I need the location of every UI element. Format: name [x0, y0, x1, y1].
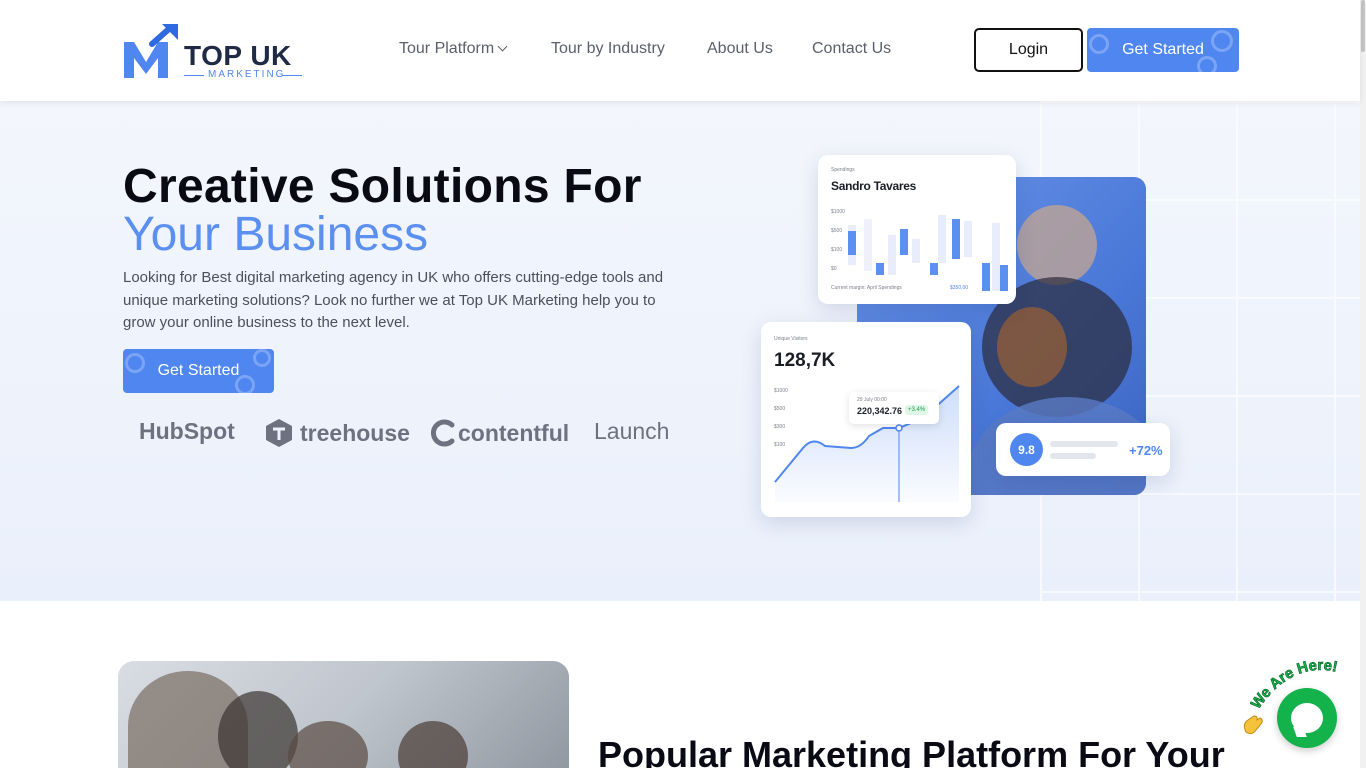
visitors-card: Unique Visitors 128,7K $1000 $500 $300 $…: [761, 322, 971, 517]
score-change: +72%: [1129, 443, 1163, 458]
spendings-y-tick: $100: [831, 247, 843, 253]
score-placeholder-bar: [1050, 441, 1118, 447]
nav-tour-by-industry[interactable]: Tour by Industry: [551, 40, 665, 58]
scrollbar-thumb[interactable]: [1361, 0, 1365, 52]
spendings-card: Spendings Sandro Tavares $1000 $500 $100…: [818, 155, 1016, 304]
header-get-started-button[interactable]: Get Started: [1087, 28, 1239, 72]
partner-name: HubSpot: [139, 418, 235, 444]
visitors-tooltip: 29 July 00:00 220,342.76 +3.4%: [849, 392, 939, 424]
nav-tour-platform-label: Tour Platform: [399, 40, 495, 57]
spendings-footer-label: Current margin: April Spendings: [831, 285, 902, 291]
spendings-y-tick: $0: [831, 266, 837, 272]
partner-logos: HubSpot treehouse contentful Launchl: [139, 418, 669, 450]
page-scrollbar[interactable]: [1360, 0, 1366, 768]
chat-bubble-icon: [1291, 703, 1323, 733]
nav-tour-platform[interactable]: Tour Platform: [399, 40, 508, 58]
visitors-label: Unique Visitors: [774, 336, 808, 342]
hero-title-line2: Your Business: [123, 208, 429, 261]
photo-person: [218, 691, 298, 768]
hero-section: Creative Solutions For Your Business Loo…: [0, 101, 1360, 601]
header-get-started-label: Get Started: [1122, 41, 1204, 58]
logo-mark-icon: [124, 24, 178, 78]
hero-title-line1: Creative Solutions For: [123, 160, 642, 213]
hero-get-started-label: Get Started: [157, 362, 240, 379]
button-decoration: [125, 353, 145, 373]
login-button[interactable]: Login: [974, 28, 1083, 72]
photo-person: [288, 721, 368, 768]
tooltip-change: +3.4%: [905, 405, 929, 415]
partner-name: treehouse: [300, 419, 410, 446]
hero-get-started-button[interactable]: Get Started: [123, 349, 274, 393]
spendings-y-tick: $500: [831, 228, 843, 234]
nav-about-us[interactable]: About Us: [707, 40, 773, 58]
contentful-icon: [431, 419, 455, 447]
partner-name: Launchl: [594, 418, 669, 444]
spendings-bar-chart: [848, 215, 1008, 291]
platform-team-photo: [118, 661, 569, 768]
chat-button[interactable]: [1277, 688, 1337, 748]
spendings-y-tick: $1000: [831, 209, 845, 215]
chevron-down-icon: [497, 41, 508, 52]
tooltip-date: 29 July 00:00: [857, 397, 887, 403]
section-title: Popular Marketing Platform For Your: [598, 734, 1225, 768]
partner-name: contentful: [458, 419, 570, 446]
spendings-label: Spendings: [831, 167, 855, 173]
score-card: 9.8 +72%: [996, 423, 1170, 476]
partner-logo-launch: Launchl: [594, 418, 669, 445]
spendings-footer-value: $350,00: [950, 285, 969, 291]
photo-person-head: [1017, 205, 1097, 285]
visitors-value: 128,7K: [774, 350, 836, 371]
photo-person: [398, 721, 468, 768]
site-header: TOP UK MARKETING Tour Platform Tour by I…: [0, 0, 1360, 101]
logo-subtitle: MARKETING: [208, 69, 286, 80]
logo[interactable]: TOP UK MARKETING: [122, 22, 312, 82]
score-badge: 9.8: [1010, 433, 1043, 466]
photo-person-face: [997, 307, 1067, 387]
tooltip-value: 220,342.76: [857, 406, 903, 416]
treehouse-icon: [266, 419, 292, 447]
button-decoration: [253, 349, 271, 367]
logo-divider-right: [282, 75, 302, 76]
partner-logo-contentful: contentful: [430, 418, 569, 448]
score-placeholder-bar: [1050, 453, 1096, 459]
nav-contact-us[interactable]: Contact Us: [812, 40, 891, 58]
partner-logo-hubspot: HubSpot: [139, 418, 235, 445]
hero-description: Looking for Best digital marketing agenc…: [123, 269, 664, 331]
spendings-name: Sandro Tavares: [831, 179, 916, 193]
logo-divider-left: [184, 75, 204, 76]
button-decoration: [1089, 34, 1109, 54]
wave-hand-icon: [1243, 715, 1263, 735]
button-decoration: [1211, 30, 1233, 52]
partner-logo-treehouse: treehouse: [264, 418, 410, 448]
logo-wordmark: TOP UK: [184, 40, 292, 71]
